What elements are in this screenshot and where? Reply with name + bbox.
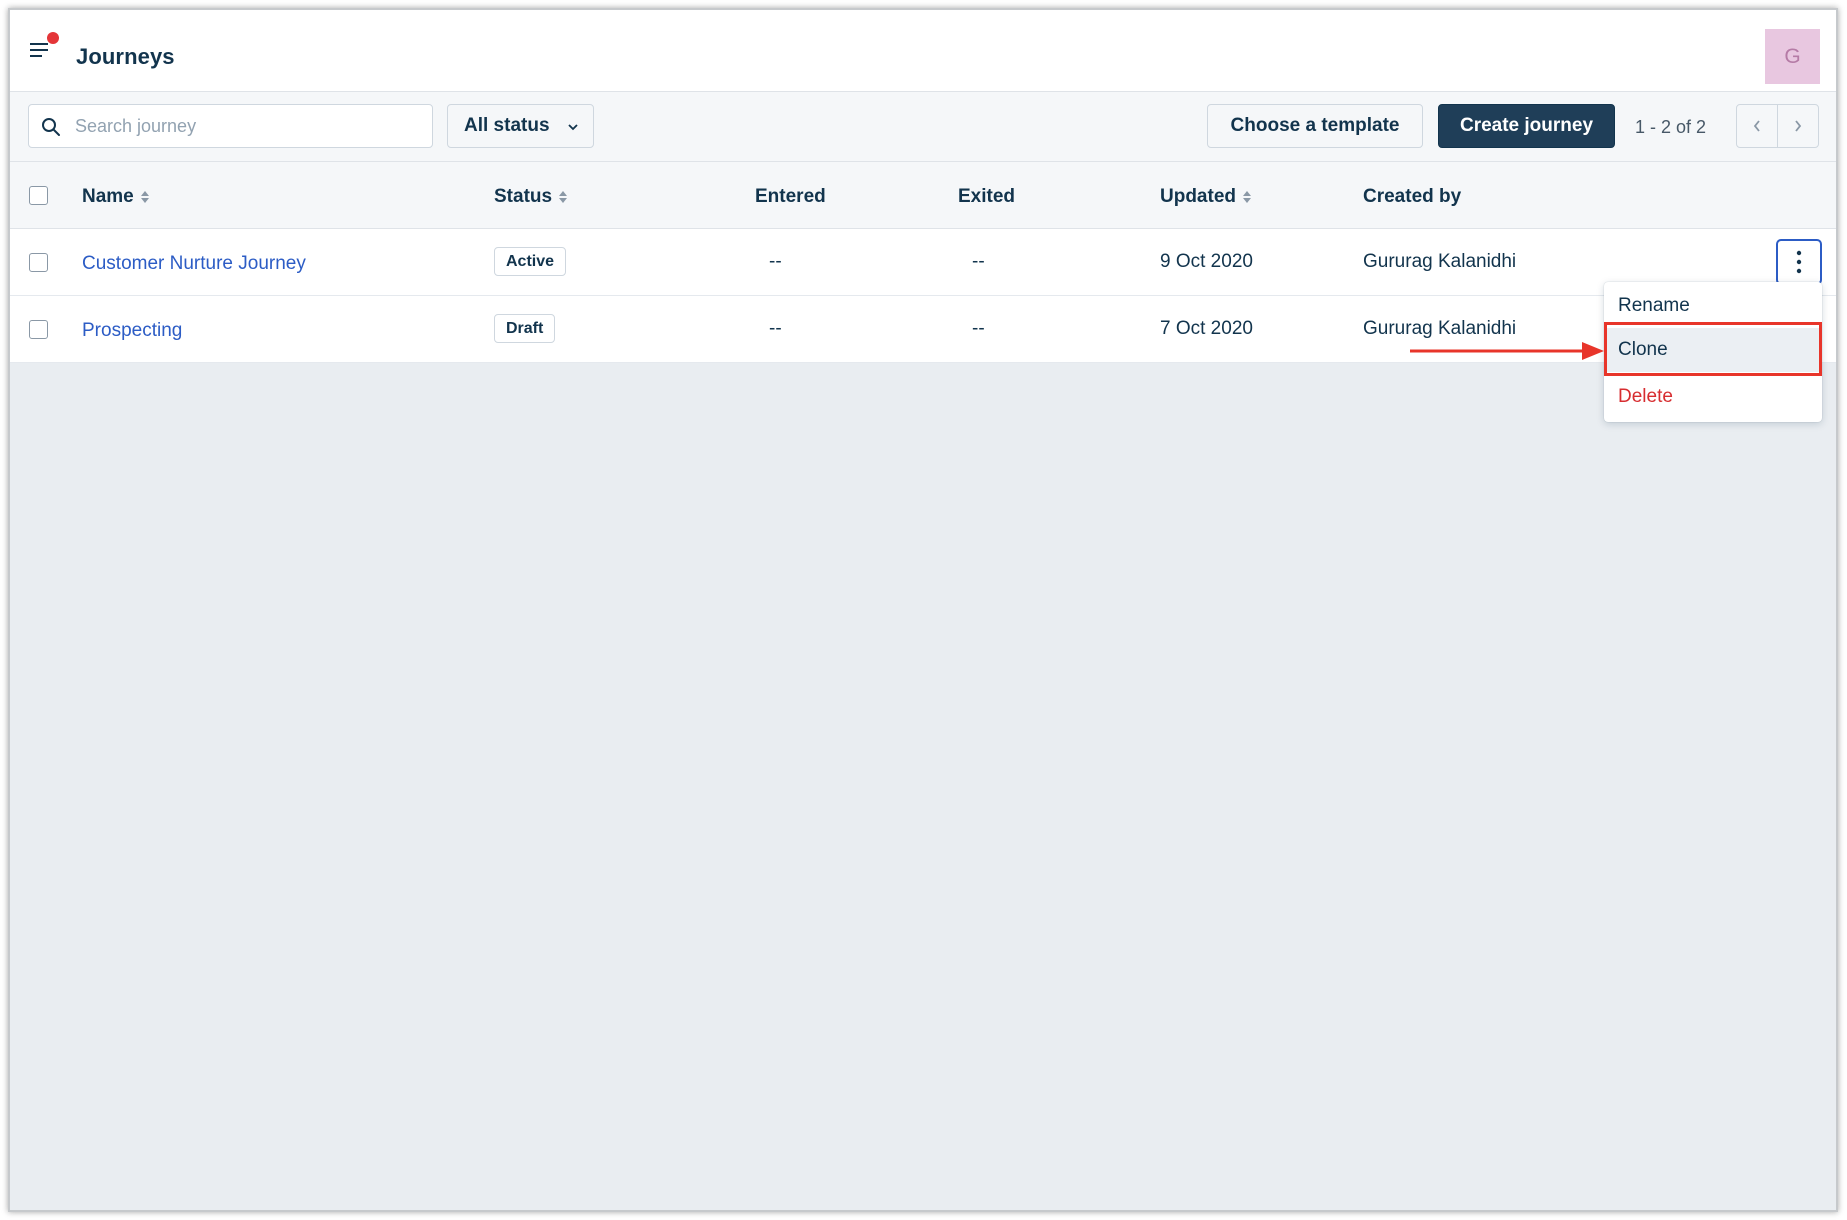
column-name-label: Name	[82, 186, 134, 207]
chevron-right-icon	[1795, 120, 1802, 132]
chevron-down-icon	[568, 124, 578, 131]
status-filter-label: All status	[464, 115, 550, 136]
created-by-value: Gururag Kalanidhi	[1363, 251, 1517, 272]
annotation-highlight-box	[1604, 322, 1822, 376]
row-checkbox[interactable]	[29, 253, 48, 272]
search-box	[28, 104, 433, 148]
column-updated-label: Updated	[1160, 186, 1236, 207]
table-header: Name Status Entered Exited Updated Creat…	[10, 162, 1836, 229]
status-filter-dropdown[interactable]: All status	[447, 104, 594, 148]
updated-value: 7 Oct 2020	[1160, 318, 1253, 339]
previous-page-button[interactable]	[1736, 104, 1778, 148]
row-checkbox[interactable]	[29, 320, 48, 339]
search-input[interactable]	[75, 105, 425, 147]
column-header-updated[interactable]: Updated	[1160, 186, 1252, 208]
toolbar: All status Choose a template Create jour…	[10, 92, 1836, 162]
entered-value: --	[769, 318, 782, 339]
sort-icon	[559, 191, 568, 203]
menu-item-delete[interactable]: Delete	[1604, 376, 1822, 418]
search-icon	[42, 118, 60, 136]
column-header-entered: Entered	[755, 186, 826, 207]
create-journey-button[interactable]: Create journey	[1438, 104, 1615, 148]
column-header-status[interactable]: Status	[494, 186, 568, 208]
notification-dot	[47, 32, 59, 44]
created-by-value: Gururag Kalanidhi	[1363, 318, 1517, 339]
next-page-button[interactable]	[1777, 104, 1819, 148]
column-status-label: Status	[494, 186, 553, 207]
avatar[interactable]: G	[1765, 29, 1820, 84]
top-header: Journeys G	[10, 10, 1836, 92]
sort-icon	[1243, 191, 1251, 203]
column-header-exited: Exited	[958, 186, 1016, 207]
journey-name-link[interactable]: Customer Nurture Journey	[82, 253, 306, 275]
table-row: Customer Nurture Journey Active -- -- 9 …	[10, 229, 1836, 296]
column-header-created-by: Created by	[1363, 186, 1462, 207]
exited-value: --	[972, 318, 985, 339]
journey-name-link[interactable]: Prospecting	[82, 320, 182, 342]
menu-item-rename[interactable]: Rename	[1604, 285, 1822, 327]
status-badge: Active	[494, 247, 567, 276]
entered-value: --	[769, 251, 782, 272]
page-title: Journeys	[76, 44, 175, 69]
row-actions-button[interactable]	[1776, 239, 1822, 285]
more-vertical-icon	[1796, 250, 1802, 274]
updated-value: 9 Oct 2020	[1160, 251, 1253, 272]
select-all-checkbox[interactable]	[29, 186, 48, 205]
choose-template-button[interactable]: Choose a template	[1207, 104, 1423, 148]
app-window: Journeys G All status Choose a template …	[8, 8, 1838, 1212]
chevron-left-icon	[1753, 120, 1760, 132]
annotation-arrow-icon	[1410, 342, 1604, 360]
exited-value: --	[972, 251, 985, 272]
column-header-name[interactable]: Name	[82, 186, 150, 208]
pagination-info: 1 - 2 of 2	[1635, 117, 1707, 137]
status-badge: Draft	[494, 314, 556, 343]
sort-icon	[140, 191, 149, 203]
